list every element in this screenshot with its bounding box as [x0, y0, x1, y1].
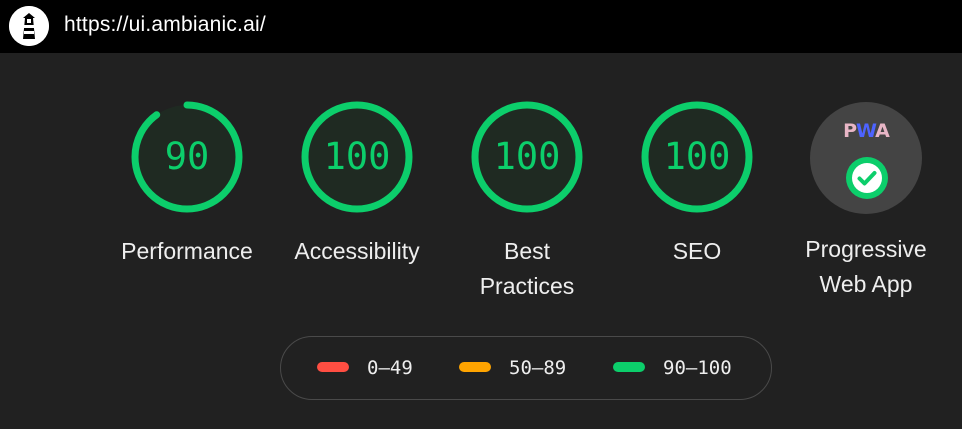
- pwa-logo: PWA: [810, 120, 922, 142]
- page-url[interactable]: https://ui.ambianic.ai/: [64, 13, 266, 37]
- pwa-logo-p: P: [843, 120, 857, 142]
- score-value: 100: [493, 135, 561, 178]
- legend-range: 0–49: [367, 357, 413, 379]
- legend-pass: 90–100: [613, 337, 732, 401]
- score-legend: 0–49 50–89 90–100: [280, 336, 772, 400]
- legend-fail: 0–49: [317, 337, 413, 401]
- score-value: 100: [663, 135, 731, 178]
- gauge-performance[interactable]: 90 Performance: [121, 100, 253, 264]
- lighthouse-icon: [9, 6, 49, 46]
- category-label: Accessibility: [294, 238, 420, 264]
- legend-swatch: [459, 362, 491, 372]
- legend-range: 90–100: [663, 357, 732, 379]
- category-label: SEO: [672, 238, 722, 264]
- legend-average: 50–89: [459, 337, 566, 401]
- check-circle-icon: [846, 157, 888, 199]
- category-label: Performance: [121, 238, 253, 264]
- legend-range: 50–89: [509, 357, 567, 379]
- pwa-logo-w: W: [856, 120, 876, 142]
- legend-swatch: [613, 362, 645, 372]
- pwa-badge[interactable]: PWA: [810, 102, 922, 214]
- score-value: 100: [323, 135, 391, 178]
- category-label: Best Practices: [479, 238, 575, 299]
- legend-swatch: [317, 362, 349, 372]
- pwa-logo-a: A: [875, 120, 890, 142]
- gauge-accessibility[interactable]: 100 Accessibility: [294, 100, 420, 264]
- score-value: 90: [164, 135, 210, 178]
- top-bar: https://ui.ambianic.ai/: [0, 0, 962, 53]
- gauge-seo[interactable]: 100 SEO: [640, 100, 754, 264]
- pwa-label: Progressive Web App: [805, 236, 927, 297]
- gauge-best-practices[interactable]: 100 Best Practices: [470, 100, 584, 299]
